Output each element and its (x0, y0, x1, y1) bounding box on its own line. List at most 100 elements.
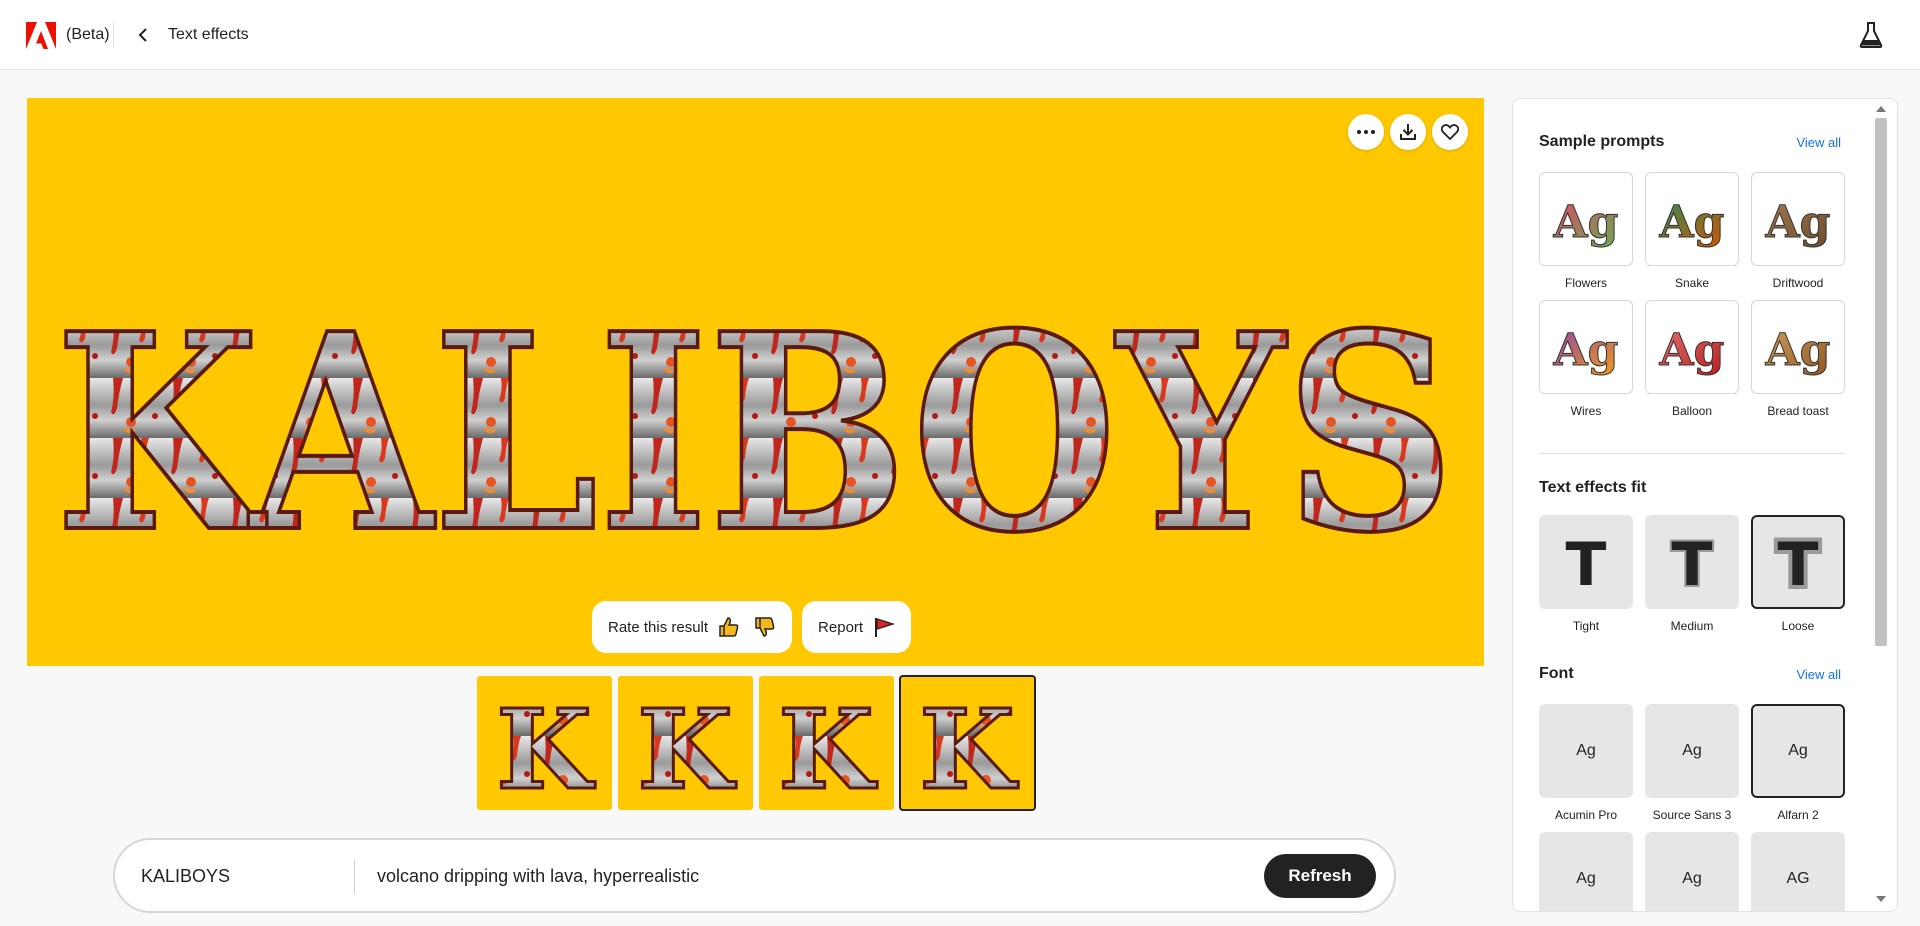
report-button[interactable]: Report (802, 601, 912, 653)
chevron-left-icon (138, 28, 147, 42)
fit-tile[interactable]: T (1539, 515, 1633, 609)
font-tile[interactable]: Ag (1645, 832, 1739, 911)
font-tile[interactable]: Ag (1751, 704, 1845, 798)
font-glyph: Ag (1788, 742, 1808, 759)
back-button[interactable] (130, 20, 156, 50)
sample-prompts-title: Sample prompts (1539, 133, 1665, 150)
section-divider (1539, 453, 1845, 454)
fit-option[interactable]: T Medium (1645, 515, 1739, 643)
sample-prompt-preview: Ag (1552, 325, 1619, 377)
sample-prompt-tile[interactable]: Ag (1751, 172, 1845, 266)
sample-prompt-tile[interactable]: Ag (1539, 172, 1633, 266)
font-title: Font (1539, 665, 1574, 682)
fit-glyph: T (1672, 530, 1713, 597)
thumbnail-letter: K (637, 685, 736, 810)
fit-option[interactable]: T Tight (1539, 515, 1633, 643)
sample-prompt-option[interactable]: Ag Bread toast (1751, 300, 1845, 428)
variation-thumbnail[interactable]: K (477, 676, 612, 810)
thumbnail-letter: K (919, 685, 1018, 810)
fit-glyph: T (1778, 530, 1819, 597)
scrollbar-thumb[interactable] (1875, 118, 1887, 646)
sample-prompts-header: Sample prompts View all (1539, 133, 1849, 157)
prompt-input[interactable] (377, 866, 1077, 887)
flag-icon (875, 618, 896, 637)
fit-preview: T (1774, 527, 1823, 597)
sample-prompt-glyph: Ag (1765, 197, 1831, 248)
thumbnail-image: K (636, 684, 738, 811)
sample-prompt-preview: Ag (1552, 197, 1619, 249)
refresh-button[interactable]: Refresh (1264, 854, 1376, 898)
adobe-logo-icon[interactable] (26, 22, 56, 49)
font-tile[interactable]: Ag (1539, 832, 1633, 911)
font-glyph: Ag (1576, 870, 1596, 887)
fit-tile[interactable]: T (1751, 515, 1845, 609)
sample-prompt-glyph: Ag (1553, 325, 1619, 376)
fit-label: Medium (1670, 619, 1714, 633)
more-options-button[interactable] (1348, 114, 1384, 150)
flask-icon[interactable] (1858, 21, 1884, 49)
thumbnail-letter: K (778, 685, 877, 810)
fit-tile[interactable]: T (1645, 515, 1739, 609)
sample-prompt-tile[interactable]: Ag (1645, 172, 1739, 266)
font-tile[interactable]: Ag (1645, 704, 1739, 798)
sample-prompt-option[interactable]: Ag Flowers (1539, 172, 1633, 300)
sample-prompt-tile[interactable]: Ag (1751, 300, 1845, 394)
download-button[interactable] (1390, 114, 1426, 150)
panel-scrollbar[interactable] (1872, 100, 1887, 910)
font-option[interactable]: Ag (1645, 832, 1739, 911)
favorite-button[interactable] (1432, 114, 1468, 150)
heart-icon (1441, 124, 1459, 140)
sample-prompts-grid: Ag Flowers Ag Snake Ag Driftwood Ag Wires Ag Ball… (1539, 172, 1845, 428)
sample-prompt-label: Snake (1674, 276, 1710, 290)
sample-prompt-tile[interactable]: Ag (1539, 300, 1633, 394)
sample-prompt-option[interactable]: Ag Balloon (1645, 300, 1739, 428)
font-glyph: AG (1786, 870, 1810, 887)
thumbs-up-icon[interactable] (718, 616, 740, 638)
settings-panel: Sample prompts View all Ag Flowers Ag Snake… (1512, 98, 1898, 912)
sample-prompt-preview: Ag (1764, 197, 1831, 249)
font-option[interactable]: Ag (1539, 832, 1633, 911)
font-label: Alfarn 2 (1777, 808, 1819, 822)
sample-prompt-glyph: Ag (1765, 325, 1831, 376)
scroll-down-arrow[interactable] (1876, 896, 1886, 902)
sample-prompt-option[interactable]: Ag Driftwood (1751, 172, 1845, 300)
font-option[interactable]: Ag Acumin Pro (1539, 704, 1633, 832)
sample-prompt-option[interactable]: Ag Snake (1645, 172, 1739, 300)
result-preview[interactable]: KALIBOYS Rate this result Report (27, 98, 1484, 666)
font-tile[interactable]: Ag (1539, 704, 1633, 798)
text-input[interactable] (141, 866, 341, 887)
font-label: Source Sans 3 (1652, 808, 1732, 822)
fit-label: Loose (1781, 619, 1815, 633)
font-tile[interactable]: AG (1751, 832, 1845, 911)
sample-prompt-preview: Ag (1658, 197, 1725, 249)
scroll-up-arrow[interactable] (1876, 106, 1886, 112)
font-option[interactable]: Ag Source Sans 3 (1645, 704, 1739, 832)
font-option[interactable]: AG (1751, 832, 1845, 911)
rate-result-pill: Rate this result (592, 601, 793, 653)
sample-prompt-tile[interactable]: Ag (1645, 300, 1739, 394)
feedback-row: Rate this result Report (592, 601, 912, 653)
sample-prompts-view-all-link[interactable]: View all (1796, 135, 1841, 150)
fit-label: Tight (1572, 619, 1600, 633)
beta-badge: (Beta) (66, 26, 110, 43)
font-glyph: Ag (1576, 742, 1596, 759)
font-option[interactable]: Ag Alfarn 2 (1751, 704, 1845, 832)
sample-prompt-label: Wires (1570, 404, 1602, 418)
sample-prompt-glyph: Ag (1659, 197, 1725, 248)
thumbnail-image: K (918, 684, 1020, 811)
variation-thumbnail[interactable]: K (618, 676, 753, 810)
prompt-bar: Refresh (113, 838, 1396, 913)
variation-thumbnail[interactable]: K (899, 675, 1036, 811)
hero-word: KALIBOYS (55, 274, 1455, 588)
font-glyph: Ag (1682, 870, 1702, 887)
fit-option[interactable]: T Loose (1751, 515, 1845, 643)
fit-header: Text effects fit (1539, 479, 1849, 503)
fit-title: Text effects fit (1539, 479, 1647, 496)
sample-prompt-preview: Ag (1658, 325, 1725, 377)
sample-prompt-option[interactable]: Ag Wires (1539, 300, 1633, 428)
sample-prompt-label: Flowers (1564, 276, 1607, 290)
thumbs-down-icon[interactable] (754, 616, 776, 638)
thumbnail-image: K (777, 684, 879, 811)
variation-thumbnail[interactable]: K (759, 676, 894, 810)
font-view-all-link[interactable]: View all (1796, 667, 1841, 682)
